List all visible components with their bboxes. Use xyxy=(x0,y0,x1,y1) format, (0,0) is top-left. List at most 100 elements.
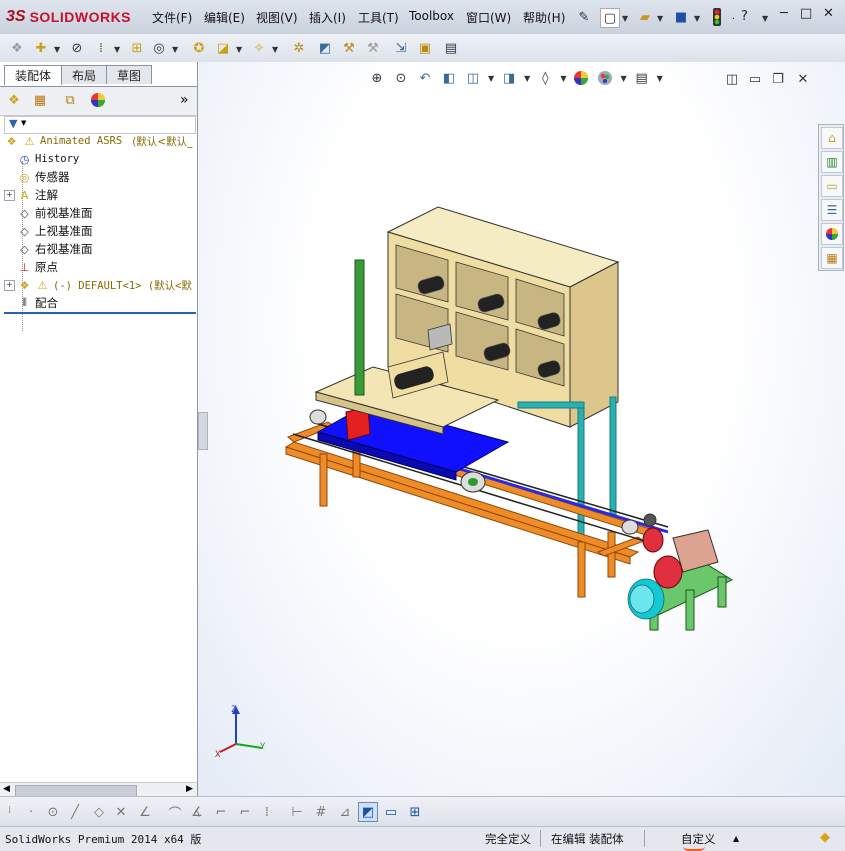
polygon-icon[interactable]: ◇ xyxy=(90,803,108,821)
rebuild-traffic-light-icon[interactable] xyxy=(708,8,726,26)
grid-icon[interactable]: # xyxy=(312,803,330,821)
instant3d-icon[interactable]: ⇲ xyxy=(392,39,410,57)
fillet-icon[interactable]: ⌒ xyxy=(166,803,184,822)
rollback-bar[interactable] xyxy=(4,312,196,314)
line-icon[interactable]: ╱ xyxy=(66,803,84,821)
extend-icon[interactable]: ∠ xyxy=(136,803,154,821)
resources-icon[interactable]: ⌂ xyxy=(821,127,843,149)
linear-pattern-icon[interactable]: ⁞ xyxy=(92,39,110,57)
tree-item[interactable]: ⫴ 配合 xyxy=(4,294,58,312)
tree-item[interactable]: + A 注解 xyxy=(4,186,58,204)
chevron-down-icon[interactable]: ▼ xyxy=(172,45,178,54)
mate-icon[interactable]: ⊘ xyxy=(68,39,86,57)
units-custom-button[interactable]: 自定义 xyxy=(681,831,716,847)
tree-item[interactable]: ◇ 右视基准面 xyxy=(4,240,92,258)
mirror-icon[interactable]: ⁞ xyxy=(258,803,276,821)
tree-item[interactable]: ◇ 上视基准面 xyxy=(4,222,92,240)
options-dots-icon[interactable]: . xyxy=(732,12,735,22)
smart-dimension-icon[interactable]: ⊢ xyxy=(288,803,306,821)
performance-icon[interactable]: ▣ xyxy=(416,39,434,57)
view-isometric-icon[interactable]: ◩ xyxy=(358,802,378,822)
chevron-down-icon[interactable]: ▼ xyxy=(622,14,628,23)
menu-file[interactable]: 文件(F) xyxy=(152,9,192,26)
open-folder-icon[interactable]: ▰ xyxy=(636,8,654,26)
expand-panel-icon[interactable]: » xyxy=(180,92,189,108)
menu-help[interactable]: 帮助(H) xyxy=(523,9,565,26)
tree-root-suffix: (默认<默认_ xyxy=(132,135,193,148)
minimize-button[interactable]: ─ xyxy=(780,6,788,21)
menu-window[interactable]: 窗口(W) xyxy=(466,9,511,26)
panel-tabs: 装配体 布局 草图 xyxy=(4,65,153,85)
display-manager-icon[interactable] xyxy=(89,91,107,109)
menu-insert[interactable]: 插入(I) xyxy=(309,9,346,26)
pin-icon[interactable]: ✎ xyxy=(575,8,593,26)
tree-item-label: 前视基准面 xyxy=(35,206,93,220)
assembly-icon[interactable]: ❖ xyxy=(8,39,26,57)
menu-edit[interactable]: 编辑(E) xyxy=(204,9,245,26)
expand-icon[interactable]: + xyxy=(4,279,15,291)
scroll-right-icon[interactable]: ▶ xyxy=(186,784,193,794)
save-icon[interactable]: ■ xyxy=(672,8,690,26)
tree-item[interactable]: ◷ History xyxy=(4,150,80,168)
appearances-icon[interactable] xyxy=(821,223,843,245)
triad-x-label: X xyxy=(215,750,221,760)
menu-toolbox[interactable]: Toolbox xyxy=(409,9,454,23)
chevron-down-icon[interactable]: ▼ xyxy=(54,45,60,54)
circle-icon[interactable]: ⊙ xyxy=(44,803,62,821)
point-icon[interactable]: · xyxy=(22,803,40,821)
trim-icon[interactable]: ✕ xyxy=(112,803,130,821)
tree-item[interactable]: ◇ 前视基准面 xyxy=(4,204,93,222)
chevron-down-icon[interactable]: ▼ xyxy=(236,45,242,54)
chevron-down-icon[interactable]: ▼ xyxy=(657,14,663,23)
chevron-down-icon[interactable]: ▼ xyxy=(762,14,768,23)
tree-item[interactable]: + ❖ ⚠ (-) DEFAULT<1> (默认<默 xyxy=(4,276,192,294)
property-manager-icon[interactable]: ▦ xyxy=(31,91,49,109)
chevron-up-icon[interactable]: ▲ xyxy=(733,834,739,843)
offset-icon[interactable]: ⌐ xyxy=(212,803,230,821)
configuration-manager-icon[interactable]: ⧉ xyxy=(61,91,79,109)
interference-icon[interactable]: ⚒ xyxy=(340,39,358,57)
four-view-icon[interactable]: ⊞ xyxy=(406,803,424,821)
feature-manager-icon[interactable]: ❖ xyxy=(5,91,23,109)
chevron-down-icon[interactable]: ▼ xyxy=(114,45,120,54)
design-library-icon[interactable]: ▥ xyxy=(821,151,843,173)
relations-icon[interactable]: ⊿ xyxy=(336,803,354,821)
bill-of-materials-icon[interactable]: ✲ xyxy=(290,39,308,57)
menu-view[interactable]: 视图(V) xyxy=(256,9,298,26)
expand-icon[interactable]: + xyxy=(4,189,15,201)
menu-tools[interactable]: 工具(T) xyxy=(358,9,399,26)
tree-root-assembly[interactable]: ❖ ⚠ Animated ASRS (默认<默认_ xyxy=(4,132,193,150)
tab-assembly[interactable]: 装配体 xyxy=(4,65,63,85)
insert-component-icon[interactable]: ✚ xyxy=(32,39,50,57)
move-component-icon[interactable]: ⊞ xyxy=(128,39,146,57)
convert-entities-icon[interactable]: ⌐ xyxy=(236,803,254,821)
tab-sketch[interactable]: 草图 xyxy=(106,65,153,84)
assembly-features-icon[interactable]: ✪ xyxy=(190,39,208,57)
single-view-icon[interactable]: ▭ xyxy=(382,803,400,821)
exploded-view-icon[interactable]: ◩ xyxy=(316,39,334,57)
help-icon[interactable]: ? xyxy=(741,9,748,24)
new-document-icon[interactable]: ▢ xyxy=(600,8,620,28)
show-hidden-icon[interactable]: ◎ xyxy=(150,39,168,57)
tree-item[interactable]: ⊥ 原点 xyxy=(4,258,58,276)
chevron-down-icon[interactable]: ▼ xyxy=(272,45,278,54)
assembly-model[interactable] xyxy=(198,62,845,796)
chamfer-icon[interactable]: ∡ xyxy=(188,803,206,821)
maximize-button[interactable]: □ xyxy=(800,6,812,21)
clearance-icon[interactable]: ⚒ xyxy=(364,39,382,57)
custom-properties-icon[interactable]: ▦ xyxy=(821,247,843,269)
tab-layout[interactable]: 布局 xyxy=(61,65,108,84)
tag-icon[interactable]: ◆ xyxy=(820,830,830,845)
chevron-down-icon[interactable]: ▼ xyxy=(694,14,700,23)
command-toolbar: ❖ ✚ ▼ ⊘ ⁞ ▼ ⊞ ◎ ▼ ✪ ◪ ▼ ✧ ▼ ✲ ◩ ⚒ ⚒ ⇲ ▣ … xyxy=(0,34,845,63)
graphics-area[interactable]: ⊕ ⊙ ↶ ◧ ◫ ▼ ◨ ▼ ◊ ▼ ▼ ▤ ▼ ◫ ▭ ❐ ✕ Z X Y xyxy=(198,62,845,796)
new-motion-study-icon[interactable]: ✧ xyxy=(250,39,268,57)
file-explorer-icon[interactable]: ▭ xyxy=(821,175,843,197)
reference-geometry-icon[interactable]: ◪ xyxy=(214,39,232,57)
scroll-left-icon[interactable]: ◀ xyxy=(3,784,10,794)
chevron-down-icon[interactable]: ▼ xyxy=(21,119,26,127)
close-button[interactable]: ✕ xyxy=(823,6,834,21)
tree-item[interactable]: ◎ 传感器 xyxy=(4,168,70,186)
screen-capture-icon[interactable]: ▤ xyxy=(442,39,460,57)
view-palette-icon[interactable]: ☰ xyxy=(821,199,843,221)
